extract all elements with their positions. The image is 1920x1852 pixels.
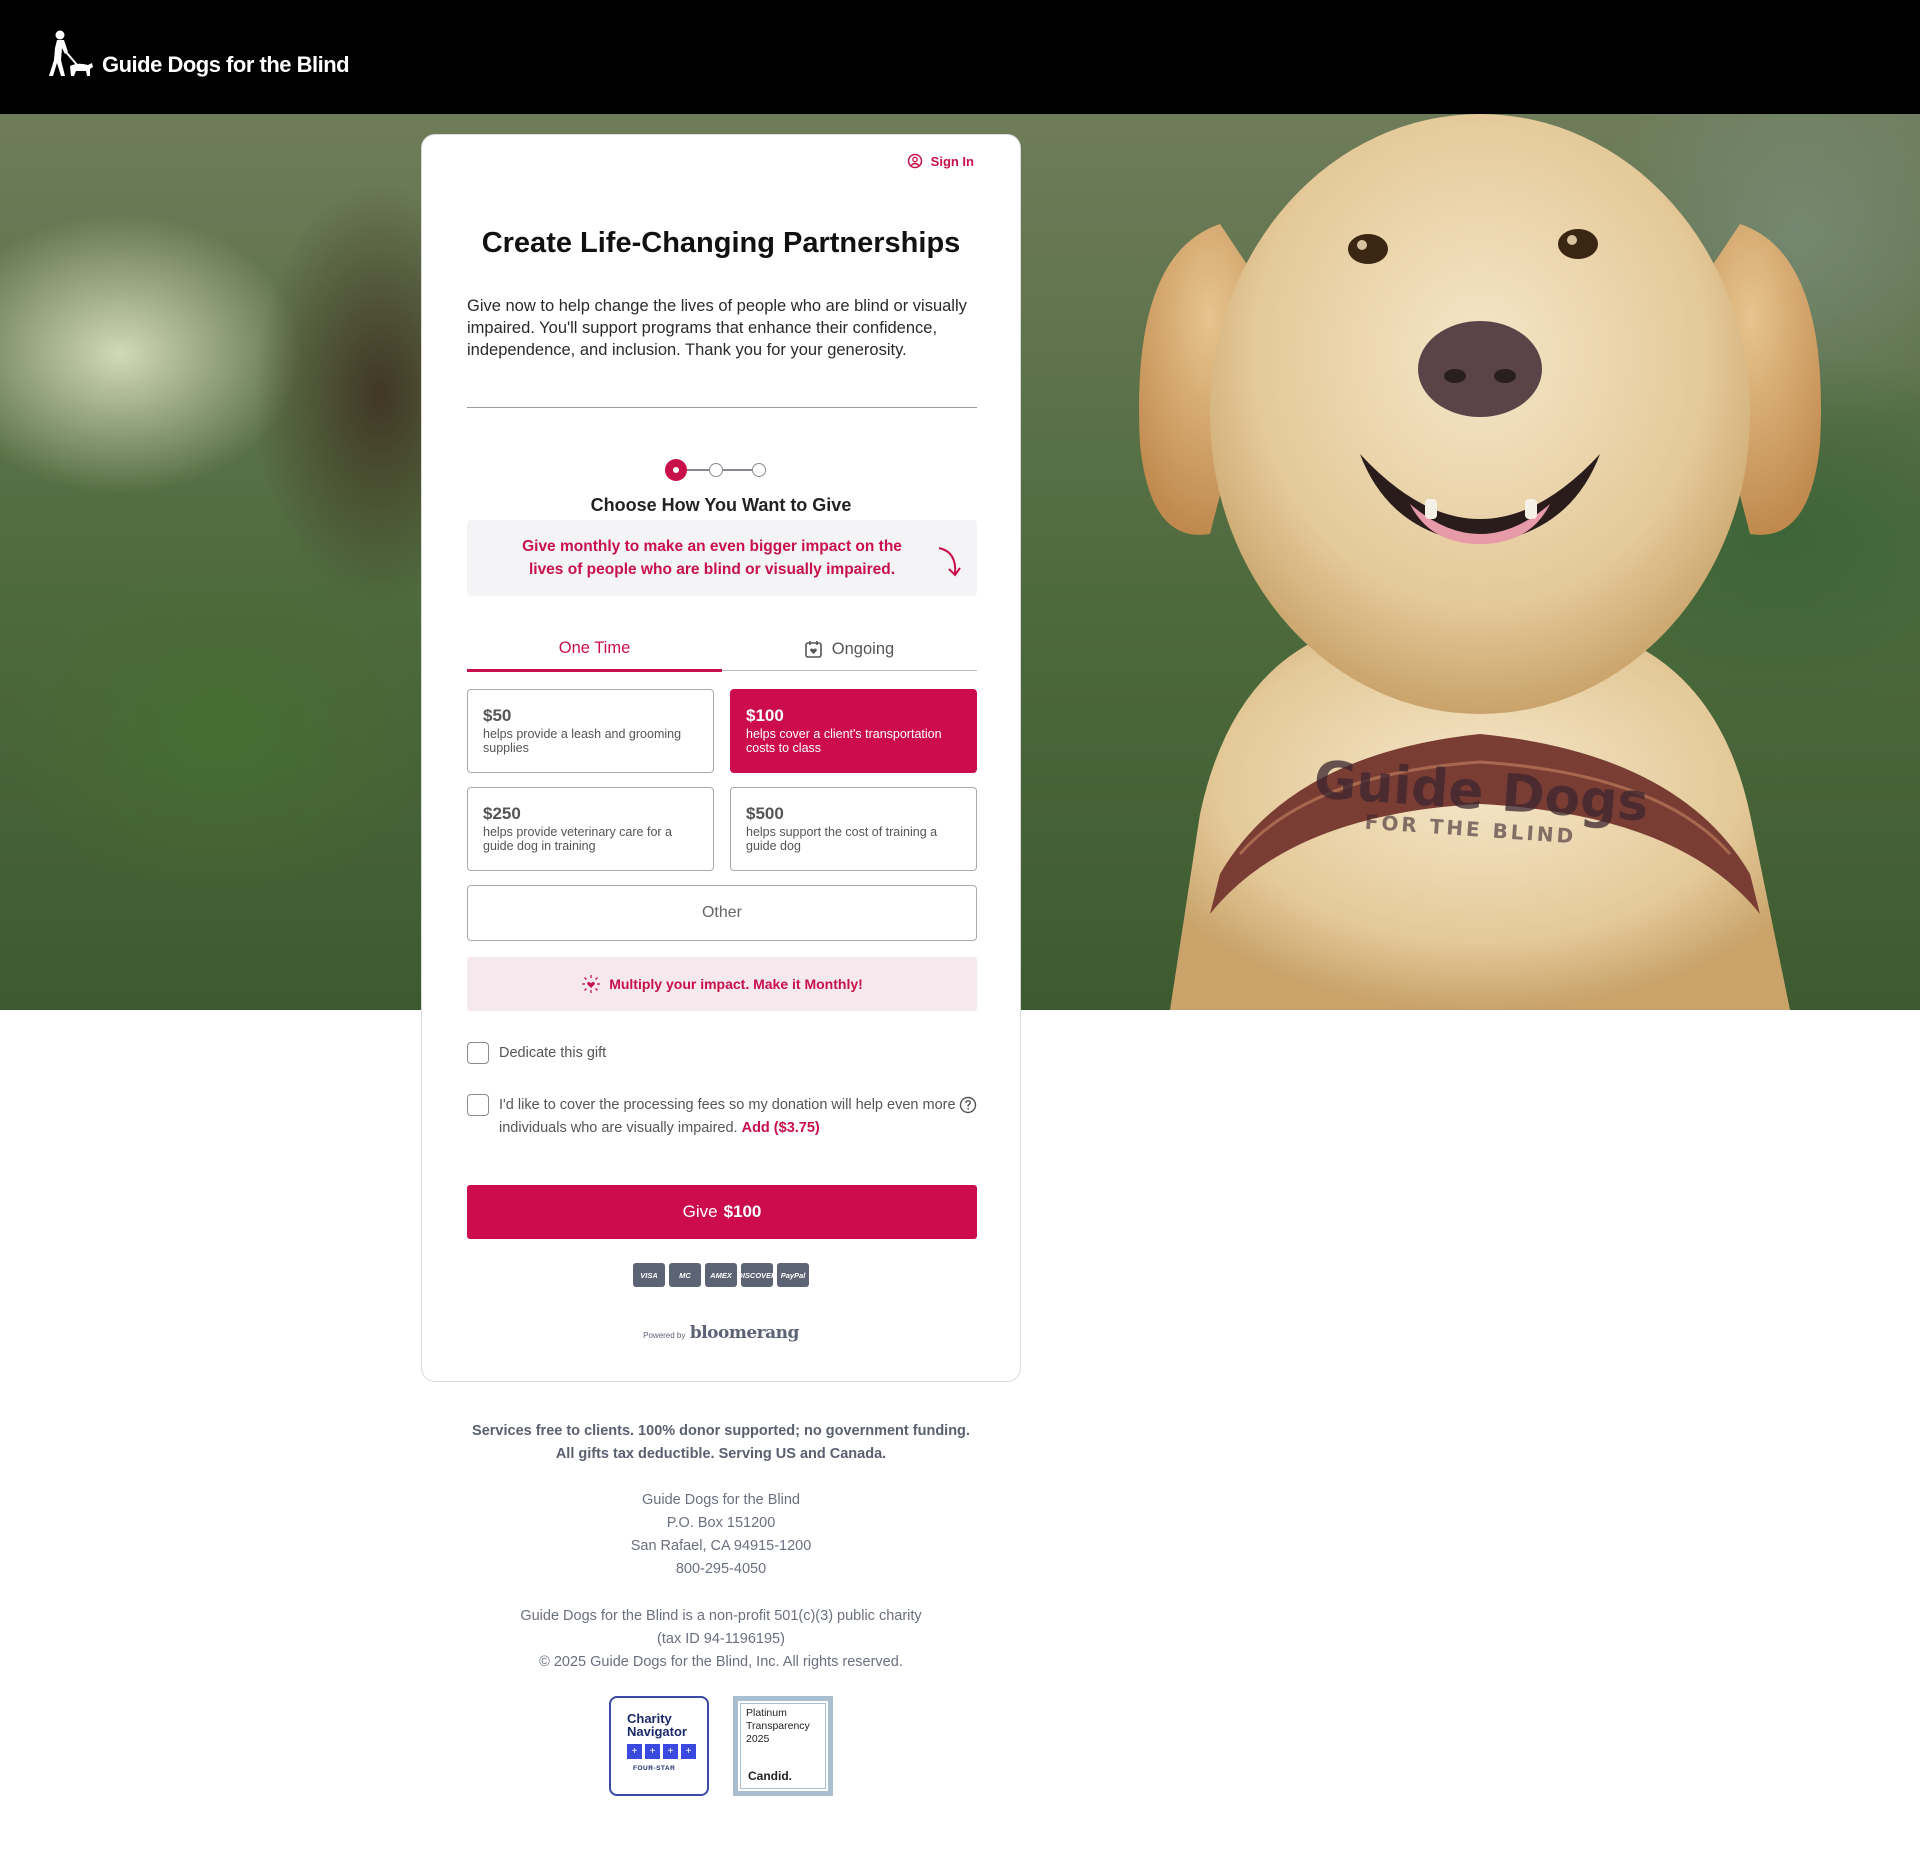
badge-line: Platinum [746,1707,787,1719]
form-intro: Give now to help change the lives of peo… [467,297,967,359]
badge-rating: FOUR-STAR [633,1765,676,1772]
user-circle-icon [907,153,922,169]
address-line: San Rafael, CA 94915-1200 [630,1538,812,1554]
calendar-heart-icon [804,641,822,658]
amount-description: helps provide veterinary care for a guid… [483,825,672,853]
make-it-monthly-button[interactable]: Multiply your impact. Make it Monthly! [467,957,977,1011]
give-button[interactable]: Give $100 [467,1185,977,1239]
footer-tagline: Services free to clients. 100% donor sup… [421,1420,1021,1466]
footer-legal: Guide Dogs for the Blind is a non-profit… [421,1605,1021,1674]
logo-text: Guide Dogs for the Blind [102,52,350,77]
amount-description: helps cover a client's transportation co… [746,727,942,755]
step-3-dot [752,463,766,477]
fee-checkbox[interactable] [467,1094,489,1116]
amount-option-100[interactable]: $100 helps cover a client's transportati… [730,689,977,773]
step-connector [723,469,752,471]
site-logo[interactable]: Guide Dogs for the Blind [48,30,350,80]
footer-address: Guide Dogs for the Blind P.O. Box 151200… [421,1489,1021,1581]
charity-navigator-badge[interactable]: Charity Navigator + + + + FOUR-STAR [609,1696,709,1796]
fee-add-amount: Add ($3.75) [741,1120,820,1136]
sign-in-label: Sign In [930,153,974,169]
tab-ongoing[interactable]: Ongoing [722,627,977,671]
processing-fee-row: I'd like to cover the processing fees so… [467,1094,959,1140]
fee-label[interactable]: I'd like to cover the processing fees so… [499,1094,959,1140]
badge-line: 2025 [746,1733,770,1745]
step-indicator [422,459,1020,481]
sign-in-link[interactable]: Sign In [907,153,974,169]
address-line: Guide Dogs for the Blind [642,1492,800,1508]
star-icon: + [663,1744,678,1759]
mastercard-icon: MC [669,1263,701,1287]
amount-value: $100 [746,706,784,725]
amount-value: $500 [746,804,784,823]
amount-value: $250 [483,804,521,823]
step-2-dot [709,463,723,477]
step-connector [687,469,709,471]
amount-value: $50 [483,706,512,725]
powered-by-bloomerang[interactable]: Powered by bloomerang [422,1323,1020,1343]
bloomerang-logo: bloomerang [689,1323,800,1343]
candid-platinum-badge[interactable]: Platinum Transparency 2025 Candid. [733,1696,833,1796]
four-star-rating: + + + + [627,1744,707,1759]
star-icon: + [681,1744,696,1759]
monthly-promo-banner: Give monthly to make an even bigger impa… [467,520,977,596]
help-circle-icon[interactable] [959,1096,977,1114]
person-with-guide-dog-icon [49,30,93,76]
site-header: Guide Dogs for the Blind [0,0,1920,114]
dedicate-gift-row: Dedicate this gift [467,1042,606,1065]
payment-methods: VISA MC AMEX DISCOVER PayPal [422,1263,1020,1287]
phone-number[interactable]: 800-295-4050 [421,1558,1021,1581]
trust-badges: Charity Navigator + + + + FOUR-STAR Plat… [609,1696,833,1796]
star-icon: + [645,1744,660,1759]
amount-option-50[interactable]: $50 helps provide a leash and grooming s… [467,689,714,773]
tagline-line: All gifts tax deductible. Serving US and… [555,1446,887,1462]
divider [467,407,977,408]
form-title: Create Life-Changing Partnerships [481,227,961,259]
step-title: Choose How You Want to Give [590,495,852,515]
legal-line: (tax ID 94-1196195) [657,1631,785,1647]
amount-description: helps support the cost of training a gui… [746,825,938,853]
star-icon: + [627,1744,642,1759]
amount-option-500[interactable]: $500 helps support the cost of training … [730,787,977,871]
sparkle-heart-icon [582,975,601,993]
other-amount-button[interactable]: Other [467,885,977,941]
tab-one-time[interactable]: One Time [467,627,722,672]
donation-form-card: Sign In Create Life-Changing Partnership… [421,134,1021,1382]
give-button-amount: $100 [723,1202,762,1221]
paypal-icon: PayPal [777,1263,809,1287]
powered-by-prefix: Powered by [643,1331,686,1340]
step-1-active-dot [665,459,687,481]
dedicate-label[interactable]: Dedicate this gift [499,1042,606,1065]
legal-line: Guide Dogs for the Blind is a non-profit… [520,1608,922,1624]
amount-description: helps provide a leash and grooming suppl… [483,727,682,755]
candid-logo: Candid. [748,1769,792,1783]
multiply-text: Multiply your impact. Make it Monthly! [609,976,863,992]
curved-arrow-icon [938,547,961,577]
tagline-line: Services free to clients. 100% donor sup… [472,1423,970,1439]
guide-dog-photo: Guide Dogs FOR THE BLIND [1139,114,1821,1010]
amount-option-250[interactable]: $250 helps provide veterinary care for a… [467,787,714,871]
amex-icon: AMEX [705,1263,737,1287]
badge-line: Navigator [627,1724,687,1739]
dedicate-checkbox[interactable] [467,1042,489,1064]
badge-line: Transparency [746,1720,810,1732]
give-button-label: Give [682,1202,718,1221]
discover-icon: DISCOVER [737,1263,777,1287]
frequency-tabs: One Time Ongoing [467,627,977,672]
tab-label: Ongoing [831,639,895,658]
visa-icon: VISA [633,1263,665,1287]
copyright: © 2025 Guide Dogs for the Blind, Inc. Al… [539,1654,903,1670]
fee-text: I'd like to cover the processing fees so… [499,1097,956,1136]
promo-text: Give monthly to make an even bigger impa… [522,538,902,578]
address-line: P.O. Box 151200 [666,1515,776,1531]
tab-label: One Time [558,638,631,657]
